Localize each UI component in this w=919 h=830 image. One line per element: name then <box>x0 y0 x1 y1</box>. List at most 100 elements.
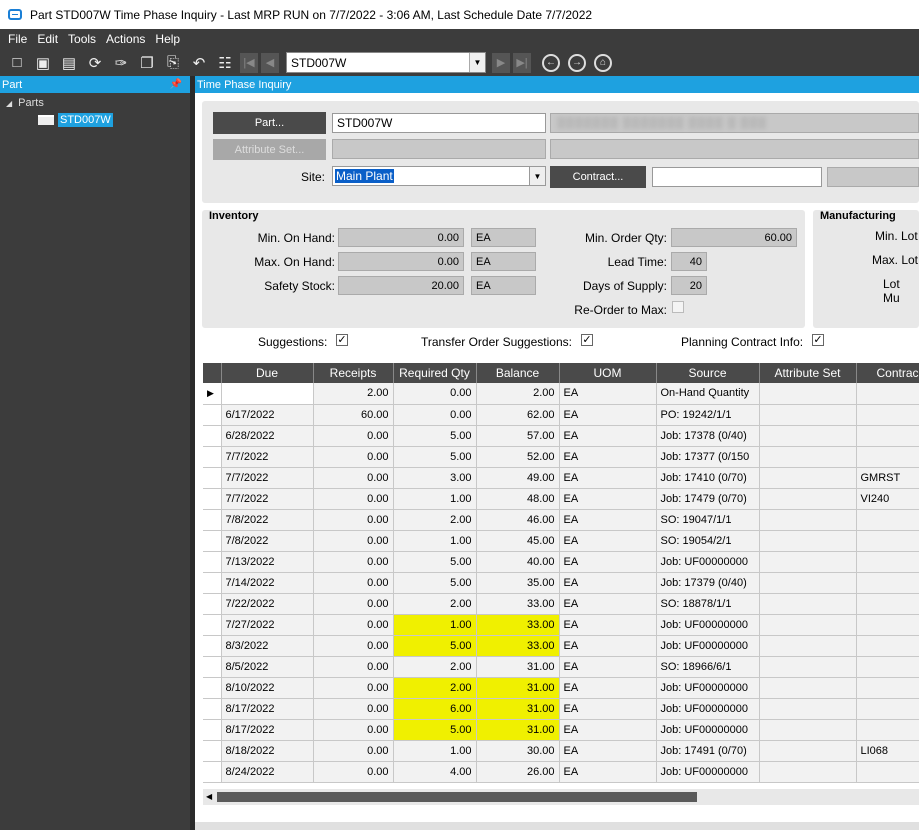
cell-receipts[interactable]: 0.00 <box>313 446 394 468</box>
table-row[interactable]: 8/5/2022 0.00 2.00 31.00 EA SO: 18966/6/1 <box>203 656 919 678</box>
cell-contract[interactable] <box>856 656 919 678</box>
cell-due[interactable]: 7/7/2022 <box>221 467 314 489</box>
cell-receipts[interactable]: 0.00 <box>313 593 394 615</box>
table-row[interactable]: 7/8/2022 0.00 1.00 45.00 EA SO: 19054/2/1 <box>203 530 919 552</box>
cell-contract[interactable] <box>856 677 919 699</box>
cell-required-qty[interactable]: 1.00 <box>393 488 477 510</box>
cell-balance[interactable]: 49.00 <box>476 467 560 489</box>
cell-uom[interactable]: EA <box>559 761 657 783</box>
cell-uom[interactable]: EA <box>559 572 657 594</box>
cell-source[interactable]: SO: 18966/6/1 <box>656 656 760 678</box>
cell-attribute-set[interactable] <box>759 719 857 741</box>
cell-receipts[interactable]: 0.00 <box>313 572 394 594</box>
cell-contract[interactable] <box>856 530 919 552</box>
expand-icon[interactable]: ◢ <box>6 99 12 108</box>
cell-due[interactable] <box>221 383 314 405</box>
first-record-icon[interactable]: |◀ <box>240 52 258 73</box>
cell-balance[interactable]: 2.00 <box>476 383 560 405</box>
last-record-icon[interactable]: ▶| <box>513 52 531 73</box>
column-attribute-set[interactable]: Attribute Set <box>759 363 857 383</box>
chevron-down-icon[interactable]: ▼ <box>529 167 545 185</box>
home-icon[interactable]: ⌂ <box>594 53 612 72</box>
row-selector[interactable]: ▶ <box>203 383 222 405</box>
cell-receipts[interactable]: 0.00 <box>313 551 394 573</box>
refresh-icon[interactable]: ⟳ <box>84 52 106 74</box>
column-required-qty[interactable]: Required Qty <box>393 363 477 383</box>
paste-icon[interactable]: ⎘ <box>162 52 184 74</box>
cell-uom[interactable]: EA <box>559 425 657 447</box>
cell-source[interactable]: PO: 19242/1/1 <box>656 404 760 426</box>
cell-uom[interactable]: EA <box>559 446 657 468</box>
cell-required-qty[interactable]: 5.00 <box>393 572 477 594</box>
menu-help[interactable]: Help <box>155 32 180 46</box>
cell-balance[interactable]: 31.00 <box>476 698 560 720</box>
site-combo[interactable]: Main Plant ▼ <box>332 166 546 186</box>
new-icon[interactable]: □ <box>6 52 28 74</box>
cell-due[interactable]: 7/14/2022 <box>221 572 314 594</box>
contract-button[interactable]: Contract... <box>550 166 646 188</box>
suggestions-checkbox[interactable]: ✓ <box>336 334 348 346</box>
cell-required-qty[interactable]: 6.00 <box>393 698 477 720</box>
cell-balance[interactable]: 30.00 <box>476 740 560 762</box>
column-contract[interactable]: Contrac <box>856 363 919 383</box>
horizontal-scrollbar[interactable]: ◀ <box>203 789 919 805</box>
row-selector[interactable] <box>203 509 222 531</box>
cell-attribute-set[interactable] <box>759 383 857 405</box>
back-icon[interactable]: ← <box>542 53 560 72</box>
cell-uom[interactable]: EA <box>559 719 657 741</box>
cell-attribute-set[interactable] <box>759 488 857 510</box>
cell-contract[interactable] <box>856 635 919 657</box>
cell-receipts[interactable]: 0.00 <box>313 488 394 510</box>
cell-due[interactable]: 7/13/2022 <box>221 551 314 573</box>
chevron-down-icon[interactable]: ▼ <box>469 53 485 72</box>
cell-contract[interactable] <box>856 509 919 531</box>
cell-required-qty[interactable]: 5.00 <box>393 719 477 741</box>
cell-source[interactable]: Job: 17479 (0/70) <box>656 488 760 510</box>
cell-contract[interactable]: GMRST <box>856 467 919 489</box>
cell-source[interactable]: Job: 17410 (0/70) <box>656 467 760 489</box>
row-selector[interactable] <box>203 719 222 741</box>
cell-uom[interactable]: EA <box>559 635 657 657</box>
table-row[interactable]: 7/7/2022 0.00 3.00 49.00 EA Job: 17410 (0/70)… <box>203 467 919 489</box>
menu-edit[interactable]: Edit <box>37 32 58 46</box>
cell-source[interactable]: SO: 18878/1/1 <box>656 593 760 615</box>
cell-required-qty[interactable]: 1.00 <box>393 740 477 762</box>
cell-contract[interactable] <box>856 761 919 783</box>
cell-contract[interactable] <box>856 572 919 594</box>
cell-balance[interactable]: 31.00 <box>476 677 560 699</box>
cell-receipts[interactable]: 0.00 <box>313 509 394 531</box>
cell-contract[interactable] <box>856 719 919 741</box>
table-row[interactable]: 8/17/2022 0.00 5.00 31.00 EA Job: UF00000000 <box>203 719 919 741</box>
cell-source[interactable]: SO: 19047/1/1 <box>656 509 760 531</box>
column-source[interactable]: Source <box>656 363 760 383</box>
cell-balance[interactable]: 45.00 <box>476 530 560 552</box>
cell-attribute-set[interactable] <box>759 530 857 552</box>
cell-contract[interactable] <box>856 446 919 468</box>
cell-attribute-set[interactable] <box>759 656 857 678</box>
contract-field[interactable] <box>652 167 822 187</box>
save-close-icon[interactable]: ▤ <box>58 52 80 74</box>
cell-balance[interactable]: 31.00 <box>476 719 560 741</box>
cell-receipts[interactable]: 0.00 <box>313 635 394 657</box>
cell-due[interactable]: 8/10/2022 <box>221 677 314 699</box>
table-row[interactable]: 8/3/2022 0.00 5.00 33.00 EA Job: UF00000000 <box>203 635 919 657</box>
cell-receipts[interactable]: 60.00 <box>313 404 394 426</box>
cell-attribute-set[interactable] <box>759 740 857 762</box>
cell-attribute-set[interactable] <box>759 698 857 720</box>
cell-contract[interactable] <box>856 593 919 615</box>
forward-icon[interactable]: → <box>568 53 586 72</box>
cell-contract[interactable] <box>856 404 919 426</box>
prev-record-icon[interactable]: ◀ <box>261 52 279 73</box>
cell-due[interactable]: 7/27/2022 <box>221 614 314 636</box>
cell-receipts[interactable]: 0.00 <box>313 530 394 552</box>
cell-source[interactable]: Job: UF00000000 <box>656 551 760 573</box>
cell-balance[interactable]: 57.00 <box>476 425 560 447</box>
cell-source[interactable]: Job: UF00000000 <box>656 719 760 741</box>
table-row[interactable]: 7/7/2022 0.00 5.00 52.00 EA Job: 17377 (0/150 <box>203 446 919 468</box>
tree-item-part[interactable]: STD007W <box>38 113 113 127</box>
next-record-icon[interactable]: ▶ <box>492 52 510 73</box>
copy-icon[interactable]: ❐ <box>136 52 158 74</box>
cell-balance[interactable]: 33.00 <box>476 614 560 636</box>
cell-receipts[interactable]: 0.00 <box>313 698 394 720</box>
row-selector[interactable] <box>203 572 222 594</box>
